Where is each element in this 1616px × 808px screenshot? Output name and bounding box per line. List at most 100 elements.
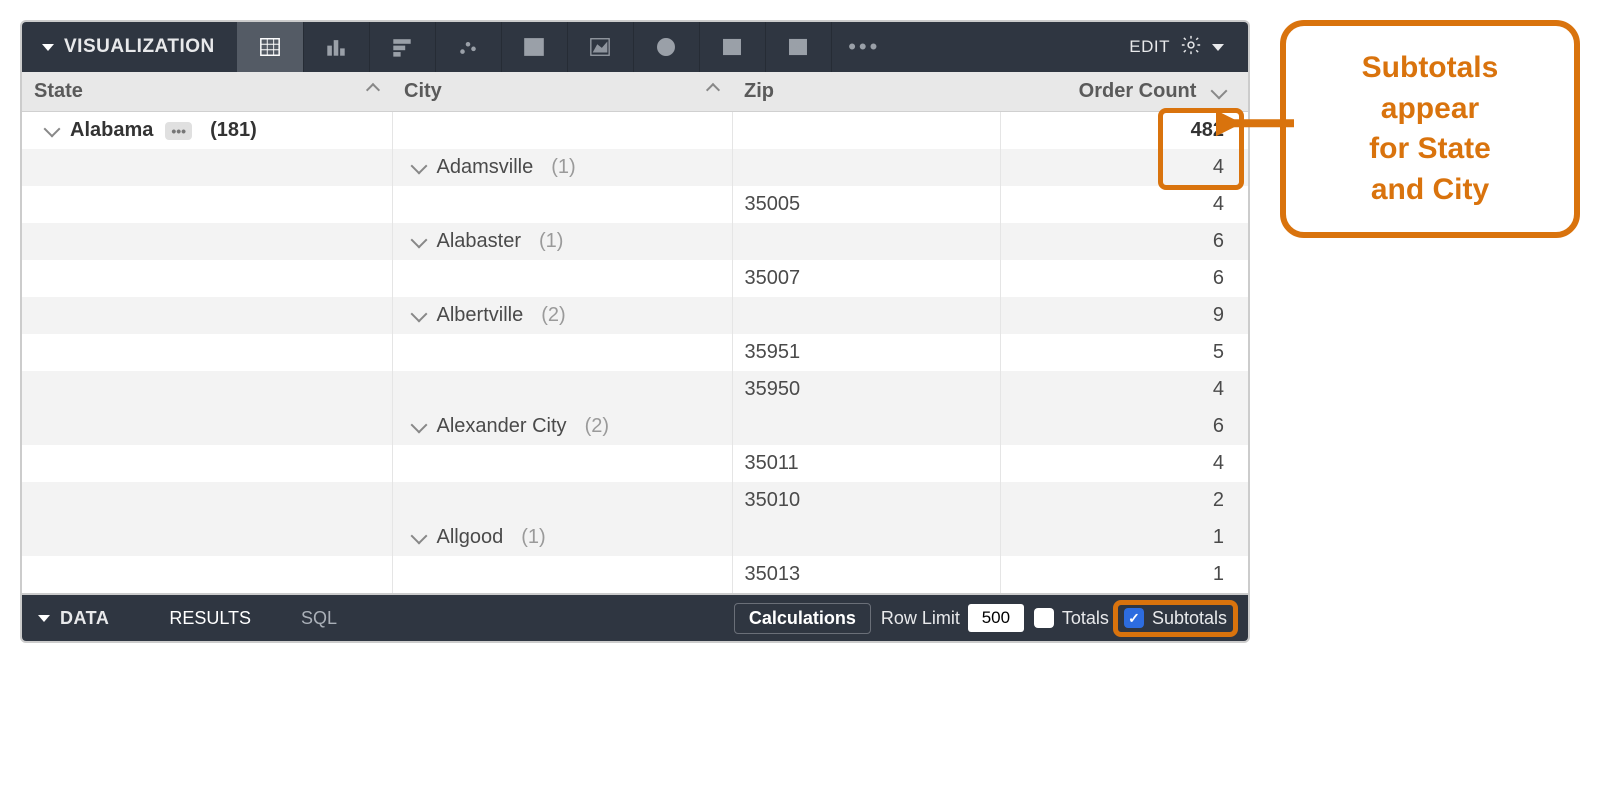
- annotation-arrow-icon: [1216, 103, 1296, 155]
- viz-type-scatter-icon[interactable]: [435, 22, 501, 72]
- table-row: 350076: [22, 260, 1248, 297]
- totals-label: Totals: [1062, 608, 1109, 629]
- city-row-count: (1): [533, 230, 563, 253]
- order-count-cell: 9: [1000, 297, 1248, 334]
- checkbox-unchecked-icon: [1034, 608, 1054, 628]
- sort-asc-icon[interactable]: [366, 80, 380, 94]
- order-count-cell: 6: [1000, 260, 1248, 297]
- table-row: Albertville (2) 9: [22, 297, 1248, 334]
- viz-type-column-icon[interactable]: [303, 22, 369, 72]
- city-name: Adamsville: [437, 156, 534, 179]
- table-row: Alexander City(2)6: [22, 408, 1248, 445]
- city-row-count: (2): [535, 304, 565, 327]
- callout-line: for State: [1316, 129, 1544, 170]
- row-limit-input[interactable]: [968, 604, 1024, 632]
- state-order-count: 482: [1000, 112, 1248, 150]
- tab-results[interactable]: RESULTS: [149, 608, 271, 629]
- callout-line: Subtotals: [1316, 48, 1544, 89]
- state-subtotal-row: Alabama ••• (181) 482: [22, 112, 1248, 150]
- zip-cell: 35005: [732, 186, 1000, 223]
- tab-sql[interactable]: SQL: [281, 608, 357, 629]
- column-header-state[interactable]: State: [22, 72, 392, 112]
- sort-asc-icon[interactable]: [706, 80, 720, 94]
- viz-edit-button[interactable]: EDIT: [1105, 34, 1248, 61]
- viz-type-table-icon[interactable]: [237, 22, 303, 72]
- viz-edit-label: EDIT: [1129, 37, 1170, 57]
- table-row: Allgood(1)1: [22, 519, 1248, 556]
- order-count-cell: 4: [1000, 149, 1248, 186]
- table-row: 359515: [22, 334, 1248, 371]
- viz-type-map-icon[interactable]: [699, 22, 765, 72]
- data-section-toggle[interactable]: DATA: [38, 608, 139, 629]
- column-header-zip[interactable]: Zip: [732, 72, 1000, 112]
- state-row-count: (181): [204, 119, 257, 142]
- visualization-section-toggle[interactable]: VISUALIZATION: [22, 36, 237, 58]
- calculations-button[interactable]: Calculations: [734, 603, 871, 634]
- row-limit-label: Row Limit: [881, 608, 960, 629]
- zip-cell: 35951: [732, 334, 1000, 371]
- callout-line: and City: [1316, 170, 1544, 211]
- order-count-cell: 4: [1000, 445, 1248, 482]
- order-count-cell: 6: [1000, 408, 1248, 445]
- chevron-down-icon[interactable]: [410, 232, 427, 249]
- visualization-label: VISUALIZATION: [64, 36, 215, 58]
- results-table: State City Zip Order Count: [22, 72, 1248, 593]
- order-count-cell: 1: [1000, 519, 1248, 556]
- chevron-down-icon[interactable]: [410, 528, 427, 545]
- chevron-down-icon[interactable]: [410, 417, 427, 434]
- zip-cell: 35007: [732, 260, 1000, 297]
- zip-cell: 35010: [732, 482, 1000, 519]
- city-name: Alexander City: [437, 415, 567, 438]
- header-label: City: [404, 80, 442, 102]
- zip-cell: 35011: [732, 445, 1000, 482]
- city-row-count: (1): [545, 156, 575, 179]
- state-name: Alabama: [70, 119, 153, 142]
- svg-text:6: 6: [795, 41, 802, 55]
- visualization-toolbar: VISUALIZATION: [22, 22, 1248, 72]
- chevron-down-icon[interactable]: [410, 158, 427, 175]
- subtotals-checkbox[interactable]: ✓ Subtotals: [1124, 608, 1227, 629]
- caret-down-icon: [1212, 44, 1224, 51]
- table-row: Adamsville (1) 4: [22, 149, 1248, 186]
- header-label: Order Count: [1079, 80, 1197, 102]
- viz-type-pie-icon[interactable]: [633, 22, 699, 72]
- sort-desc-icon[interactable]: [1212, 86, 1226, 100]
- viz-type-bar-icon[interactable]: [369, 22, 435, 72]
- order-count-cell: 6: [1000, 223, 1248, 260]
- subtotals-highlight-box: ✓ Subtotals: [1113, 600, 1238, 637]
- table-row: 359504: [22, 371, 1248, 408]
- table-row: Alabaster(1)6: [22, 223, 1248, 260]
- column-header-city[interactable]: City: [392, 72, 732, 112]
- city-name: Albertville: [437, 304, 524, 327]
- table-row: 350114: [22, 445, 1248, 482]
- subtotals-label: Subtotals: [1152, 608, 1227, 629]
- order-count-cell: 2: [1000, 482, 1248, 519]
- data-label: DATA: [60, 608, 109, 629]
- data-toolbar: DATA RESULTS SQL Calculations Row Limit …: [22, 593, 1248, 641]
- chevron-down-icon[interactable]: [44, 121, 61, 138]
- city-name: Allgood: [437, 526, 504, 549]
- order-count-cell: 1: [1000, 556, 1248, 593]
- table-row: 350054: [22, 186, 1248, 223]
- zip-cell: 35950: [732, 371, 1000, 408]
- table-row: 350102: [22, 482, 1248, 519]
- viz-type-single-value-icon[interactable]: 6: [765, 22, 831, 72]
- viz-type-more-icon[interactable]: •••: [831, 22, 897, 72]
- zip-cell: 35013: [732, 556, 1000, 593]
- drill-menu-icon[interactable]: •••: [165, 122, 192, 140]
- viz-type-line-icon[interactable]: [501, 22, 567, 72]
- annotation-callout: Subtotals appear for State and City: [1280, 20, 1580, 238]
- order-count-cell: 4: [1000, 371, 1248, 408]
- caret-down-icon: [38, 615, 50, 622]
- order-count-cell: 4: [1000, 186, 1248, 223]
- totals-checkbox[interactable]: Totals: [1034, 608, 1109, 629]
- checkbox-checked-icon: ✓: [1124, 608, 1144, 628]
- column-header-order-count[interactable]: Order Count: [1000, 72, 1248, 112]
- callout-line: appear: [1316, 89, 1544, 130]
- gear-icon: [1180, 34, 1202, 61]
- header-label: State: [34, 80, 83, 102]
- chevron-down-icon[interactable]: [410, 306, 427, 323]
- viz-type-area-icon[interactable]: [567, 22, 633, 72]
- header-label: Zip: [744, 80, 774, 102]
- table-row: 350131: [22, 556, 1248, 593]
